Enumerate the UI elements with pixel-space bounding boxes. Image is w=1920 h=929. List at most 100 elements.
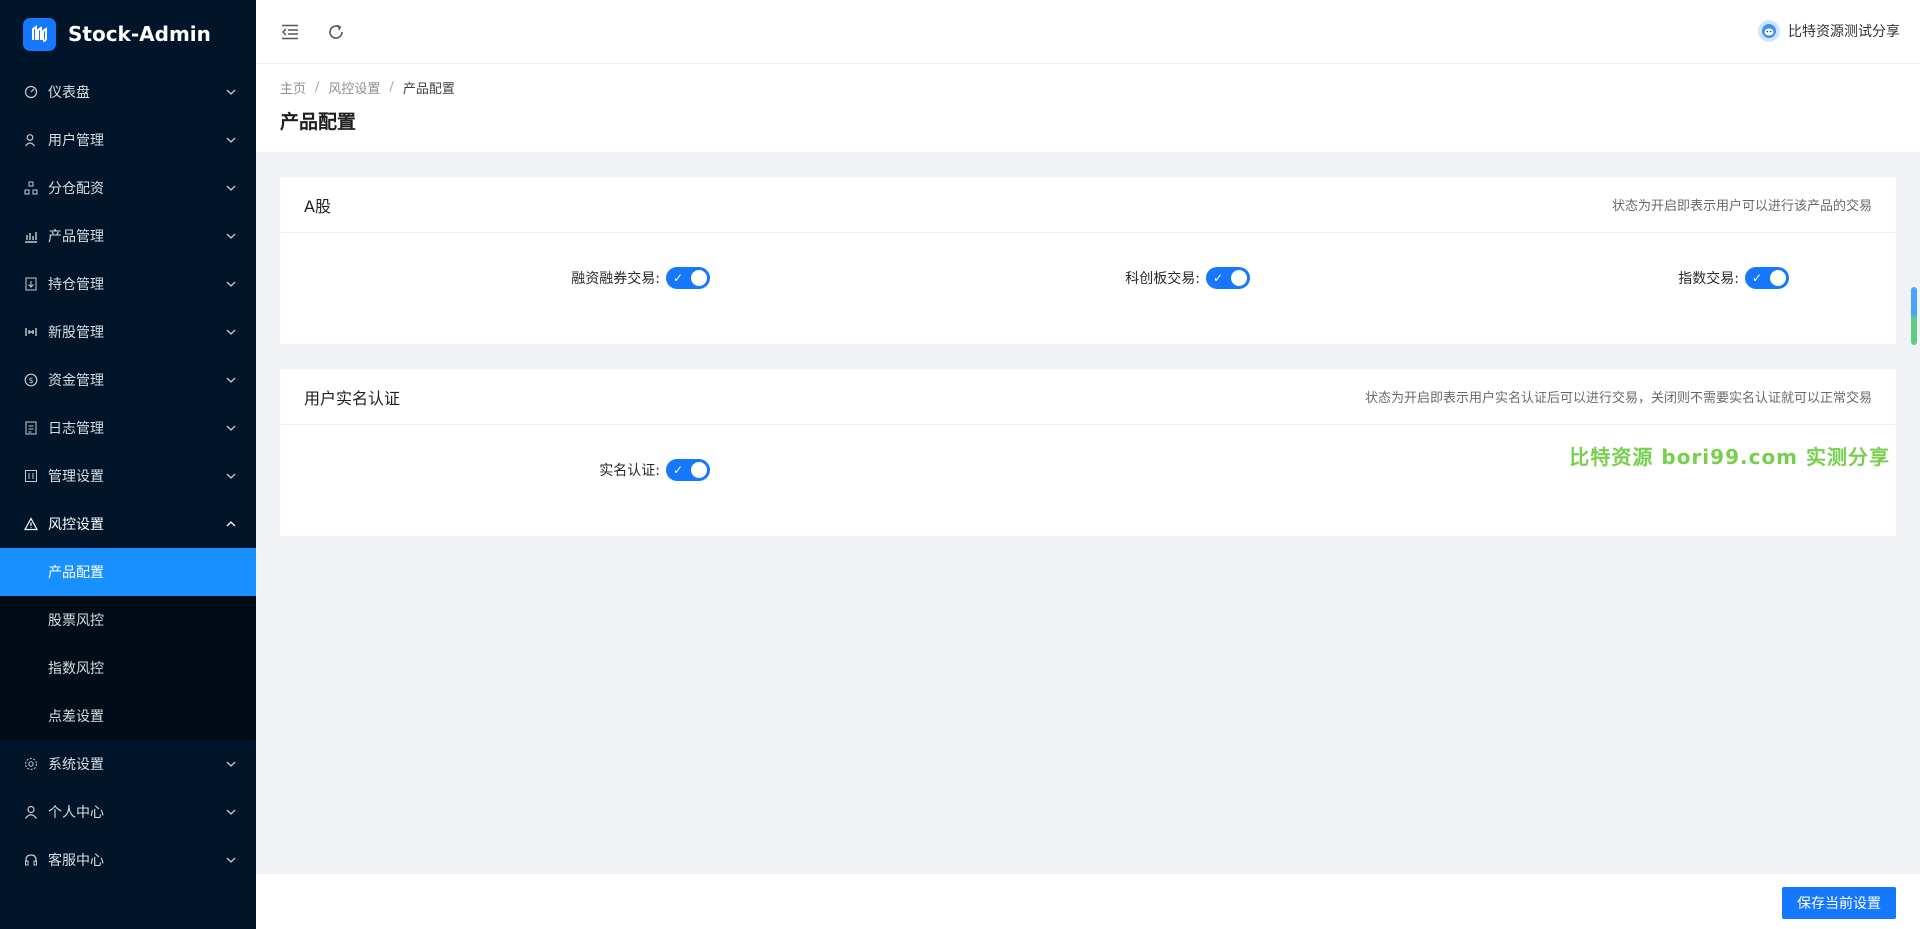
chevron-down-icon bbox=[226, 759, 236, 769]
position-icon bbox=[24, 277, 38, 291]
chevron-down-icon bbox=[226, 327, 236, 337]
realname-label: 实名认证: bbox=[599, 463, 660, 479]
logo[interactable]: Stock-Admin bbox=[0, 0, 256, 68]
sidebar-subitem-spread-settings[interactable]: 点差设置 bbox=[0, 692, 256, 740]
sidebar-item-label: 系统设置 bbox=[48, 757, 104, 773]
avatar bbox=[1758, 20, 1780, 42]
breadcrumb-home[interactable]: 主页 bbox=[280, 78, 306, 97]
dashboard-icon bbox=[24, 85, 38, 99]
new-stock-icon bbox=[24, 325, 38, 339]
breadcrumb-separator: / bbox=[315, 80, 320, 95]
star-market-field: 科创板交易: ✓ bbox=[950, 267, 1250, 289]
menu-fold-icon[interactable] bbox=[278, 20, 302, 44]
sidebar-item-allocation[interactable]: 分仓配资 bbox=[0, 164, 256, 212]
sidebar-item-positions[interactable]: 持仓管理 bbox=[0, 260, 256, 308]
user-menu[interactable]: 比特资源测试分享 bbox=[1758, 20, 1900, 42]
sidebar-item-profile[interactable]: 个人中心 bbox=[0, 788, 256, 836]
sidebar-item-risk-control[interactable]: 风控设置 bbox=[0, 500, 256, 548]
sidebar-item-label: 风控设置 bbox=[48, 517, 104, 533]
sidebar: Stock-Admin 仪表盘 用户管理 分仓配资 产品管理 持仓管理 新股管理… bbox=[0, 0, 256, 929]
realname-switch[interactable]: ✓ bbox=[666, 459, 710, 481]
sidebar-item-support[interactable]: 客服中心 bbox=[0, 836, 256, 884]
money-icon: $ bbox=[24, 373, 38, 387]
manage-settings-icon bbox=[24, 469, 38, 483]
chevron-down-icon bbox=[226, 807, 236, 817]
chevron-down-icon bbox=[226, 87, 236, 97]
sidebar-item-label: 持仓管理 bbox=[48, 277, 104, 293]
margin-trading-switch[interactable]: ✓ bbox=[666, 267, 710, 289]
index-trading-field: 指数交易: ✓ bbox=[1489, 267, 1789, 289]
sidebar-item-manage-settings[interactable]: 管理设置 bbox=[0, 452, 256, 500]
breadcrumb-parent[interactable]: 风控设置 bbox=[328, 78, 380, 97]
sidebar-subitem-index-risk[interactable]: 指数风控 bbox=[0, 644, 256, 692]
scrollbar-thumb[interactable] bbox=[1911, 287, 1917, 345]
sidebar-item-users[interactable]: 用户管理 bbox=[0, 116, 256, 164]
card-title: 用户实名认证 bbox=[304, 388, 401, 408]
card-body: 融资融券交易: ✓ 科创板交易: ✓ 指数交易: ✓ bbox=[280, 233, 1896, 343]
footer-bar: 保存当前设置 bbox=[256, 873, 1920, 929]
page-title: 产品配置 bbox=[280, 111, 357, 133]
watermark-text: 比特资源 bori99.com 实测分享 bbox=[1569, 445, 1890, 469]
sidebar-item-label: 日志管理 bbox=[48, 421, 104, 437]
check-icon: ✓ bbox=[1752, 271, 1763, 285]
card-body: 实名认证: ✓ 比特资源 bori99.com 实测分享 bbox=[280, 425, 1896, 535]
chevron-down-icon bbox=[226, 471, 236, 481]
user-name: 比特资源测试分享 bbox=[1788, 24, 1900, 40]
chevron-down-icon bbox=[226, 279, 236, 289]
sidebar-item-label: 新股管理 bbox=[48, 325, 104, 341]
user-manage-icon bbox=[24, 133, 38, 147]
chevron-down-icon bbox=[226, 231, 236, 241]
sidebar-item-label: 产品管理 bbox=[48, 229, 104, 245]
sidebar-item-system-settings[interactable]: 系统设置 bbox=[0, 740, 256, 788]
switch-knob bbox=[691, 270, 707, 286]
sidebar-subitem-product-config[interactable]: 产品配置 bbox=[0, 548, 256, 596]
save-settings-button[interactable]: 保存当前设置 bbox=[1782, 887, 1896, 919]
risk-control-submenu: 产品配置 股票风控 指数风控 点差设置 bbox=[0, 548, 256, 740]
refresh-icon[interactable] bbox=[324, 20, 348, 44]
cluster-icon bbox=[24, 181, 38, 195]
card-header: A股 状态为开启即表示用户可以进行该产品的交易 bbox=[280, 177, 1896, 233]
headset-icon bbox=[24, 853, 38, 867]
sidebar-item-logs[interactable]: 日志管理 bbox=[0, 404, 256, 452]
sidebar-item-label: 分仓配资 bbox=[48, 181, 104, 197]
chevron-up-icon bbox=[226, 519, 236, 529]
breadcrumb-current: 产品配置 bbox=[402, 82, 455, 97]
card-description: 状态为开启即表示用户可以进行该产品的交易 bbox=[1611, 199, 1872, 214]
sidebar-item-label: 资金管理 bbox=[48, 373, 104, 389]
check-icon: ✓ bbox=[673, 463, 684, 477]
chevron-down-icon bbox=[226, 135, 236, 145]
sidebar-item-funds[interactable]: $ 资金管理 bbox=[0, 356, 256, 404]
top-header: 比特资源测试分享 bbox=[256, 0, 1920, 64]
log-icon bbox=[24, 421, 38, 435]
person-icon bbox=[24, 805, 38, 819]
card-header: 用户实名认证 状态为开启即表示用户实名认证后可以进行交易，关闭则不需要实名认证就… bbox=[280, 369, 1896, 425]
check-icon: ✓ bbox=[1213, 271, 1224, 285]
sidebar-item-label: 管理设置 bbox=[48, 469, 104, 485]
switch-knob bbox=[691, 462, 707, 478]
realname-field: 实名认证: ✓ bbox=[410, 459, 710, 481]
realname-card: 用户实名认证 状态为开启即表示用户实名认证后可以进行交易，关闭则不需要实名认证就… bbox=[280, 369, 1896, 536]
index-trading-switch[interactable]: ✓ bbox=[1745, 267, 1789, 289]
scrollbar[interactable] bbox=[1911, 287, 1917, 345]
sidebar-subitem-stock-risk[interactable]: 股票风控 bbox=[0, 596, 256, 644]
page-header: 主页 / 风控设置 / 产品配置 产品配置 bbox=[256, 64, 1920, 152]
check-icon: ✓ bbox=[673, 271, 684, 285]
index-trading-label: 指数交易: bbox=[1678, 271, 1739, 287]
margin-trading-field: 融资融券交易: ✓ bbox=[410, 267, 710, 289]
sidebar-item-new-stocks[interactable]: 新股管理 bbox=[0, 308, 256, 356]
app-title: Stock-Admin bbox=[68, 22, 211, 46]
breadcrumb-separator: / bbox=[389, 80, 394, 95]
sidebar-item-products[interactable]: 产品管理 bbox=[0, 212, 256, 260]
breadcrumb: 主页 / 风控设置 / 产品配置 bbox=[280, 78, 1896, 97]
chevron-down-icon bbox=[226, 855, 236, 865]
sidebar-item-label: 用户管理 bbox=[48, 133, 104, 149]
sidebar-item-label: 客服中心 bbox=[48, 853, 104, 869]
chevron-down-icon bbox=[226, 423, 236, 433]
sidebar-item-label: 个人中心 bbox=[48, 805, 104, 821]
switch-knob bbox=[1231, 270, 1247, 286]
warning-icon bbox=[24, 517, 38, 531]
star-market-switch[interactable]: ✓ bbox=[1206, 267, 1250, 289]
sidebar-menu: 仪表盘 用户管理 分仓配资 产品管理 持仓管理 新股管理 $ 资金管理 日志管理… bbox=[0, 68, 256, 884]
margin-trading-label: 融资融券交易: bbox=[571, 271, 660, 287]
sidebar-item-dashboard[interactable]: 仪表盘 bbox=[0, 68, 256, 116]
